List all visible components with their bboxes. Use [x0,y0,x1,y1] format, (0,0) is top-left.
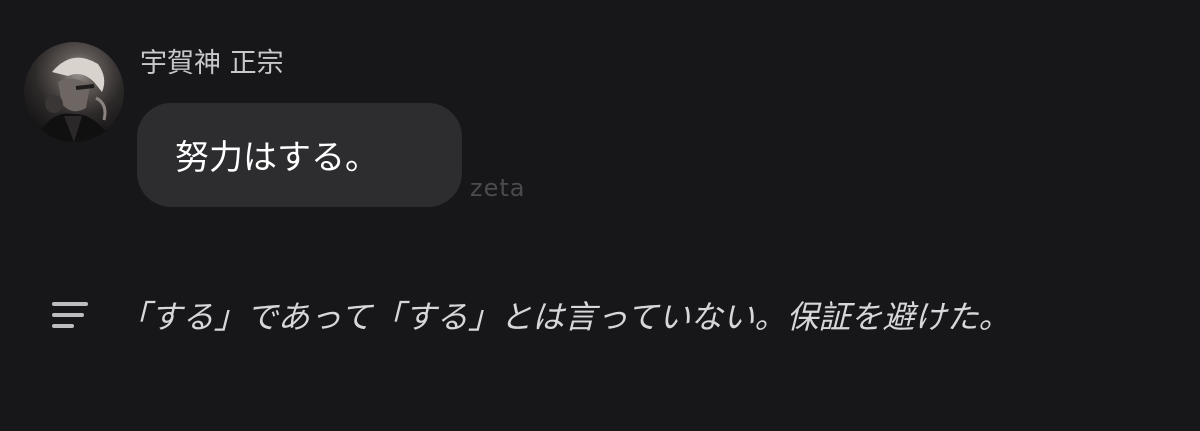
character-portrait-icon [34,57,114,142]
watermark: zeta [470,174,526,202]
narration-text: 「する」であって「する」とは言っていない。保証を避けた。 [118,298,1011,336]
avatar[interactable] [24,42,124,142]
sender-name: 宇賀神 正宗 [140,48,284,79]
narration-lines-icon [52,302,88,330]
message-bubble[interactable]: 努力はする。 [137,103,462,207]
message-text: 努力はする。 [175,137,379,178]
